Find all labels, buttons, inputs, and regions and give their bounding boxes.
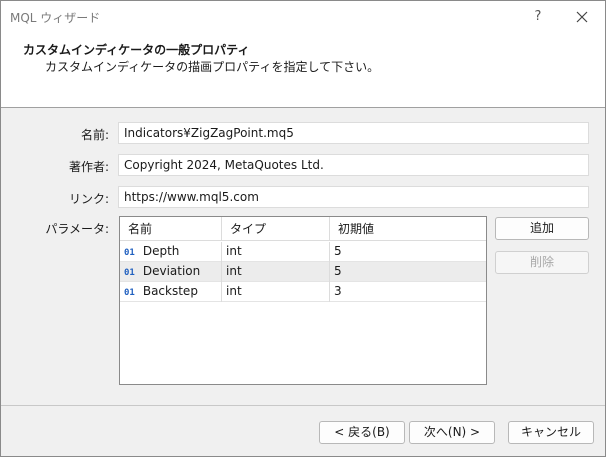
- link-input[interactable]: [118, 186, 589, 208]
- name-cell: 01 Deviation: [120, 262, 222, 282]
- param-name: Deviation: [142, 264, 201, 278]
- link-label: リンク:: [68, 192, 109, 206]
- parameters-table[interactable]: 名前 タイプ 初期値 01 Depth int 5 01 Deviation int…: [119, 216, 487, 385]
- name-cell: 01 Depth: [120, 242, 222, 262]
- int-type-icon: 01: [124, 288, 135, 298]
- param-type: int: [222, 282, 330, 302]
- window-title: MQL ウィザード: [10, 11, 101, 25]
- int-type-icon: 01: [124, 248, 135, 258]
- name-input[interactable]: [118, 122, 589, 144]
- close-button[interactable]: [572, 7, 592, 27]
- header-title: カスタムインディケータの一般プロパティ: [23, 43, 250, 57]
- header-subtitle: カスタムインディケータの描画プロパティを指定して下さい。: [45, 60, 380, 74]
- param-name: Backstep: [142, 284, 198, 298]
- author-input[interactable]: [118, 154, 589, 176]
- cancel-button[interactable]: キャンセル: [508, 421, 594, 444]
- title-bar: MQL ウィザード ?: [1, 1, 605, 33]
- close-icon: [576, 11, 588, 23]
- column-header-initial-value[interactable]: 初期値: [330, 217, 486, 241]
- next-button[interactable]: 次へ(N) >: [409, 421, 495, 444]
- name-label: 名前:: [80, 128, 109, 142]
- table-row[interactable]: 01 Deviation int 5: [120, 262, 486, 282]
- param-value: 3: [334, 284, 342, 298]
- footer-divider: [1, 405, 605, 406]
- param-name: Depth: [142, 244, 180, 258]
- header-panel: カスタムインディケータの一般プロパティ カスタムインディケータの描画プロパティを…: [1, 33, 605, 108]
- delete-button[interactable]: 削除: [495, 251, 589, 274]
- add-button[interactable]: 追加: [495, 217, 589, 240]
- table-row[interactable]: 01 Depth int 5: [120, 242, 486, 262]
- back-button[interactable]: < 戻る(B): [319, 421, 405, 444]
- param-type: int: [222, 262, 330, 282]
- column-header-type[interactable]: タイプ: [222, 217, 330, 241]
- params-label: パラメータ:: [45, 222, 109, 236]
- int-type-icon: 01: [124, 268, 135, 278]
- author-label: 著作者:: [68, 160, 109, 174]
- name-cell: 01 Backstep: [120, 282, 222, 302]
- param-value: 5: [334, 264, 342, 278]
- column-header-name[interactable]: 名前: [120, 217, 222, 241]
- table-row[interactable]: 01 Backstep int 3: [120, 282, 486, 302]
- param-value: 5: [334, 244, 342, 258]
- mql-wizard-window: MQL ウィザード ? カスタムインディケータの一般プロパティ カスタムインディ…: [0, 0, 606, 457]
- help-button[interactable]: ?: [528, 7, 548, 27]
- param-type: int: [222, 242, 330, 262]
